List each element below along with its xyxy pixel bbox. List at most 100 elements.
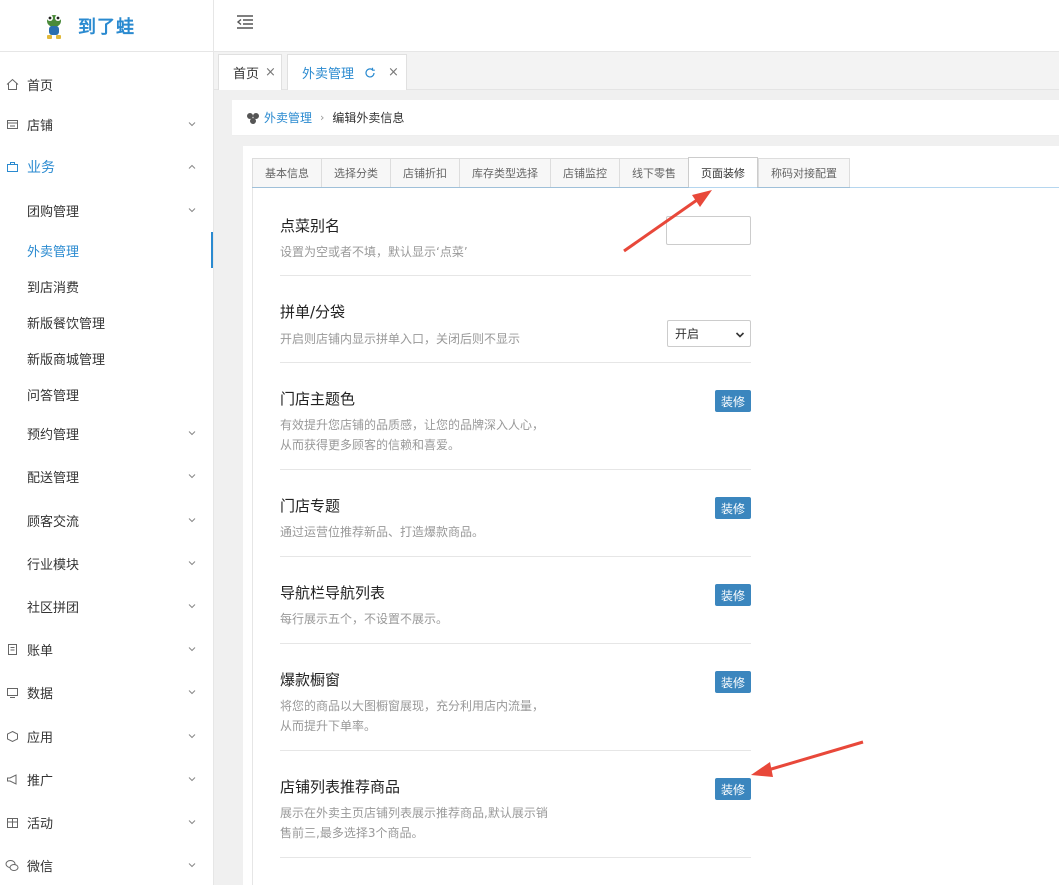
setting-desc: 从而获得更多顾客的信赖和喜爱。	[280, 438, 461, 452]
sidebar-item-industry[interactable]: 行业模块	[0, 543, 213, 583]
setting-desc: 从而提升下单率。	[280, 719, 377, 733]
setting-desc: 展示在外卖主页店铺列表展示推荐商品,默认展示销	[280, 806, 548, 820]
dish-alias-input[interactable]	[666, 216, 751, 245]
sidebar-item-new-dining[interactable]: 新版餐饮管理	[0, 302, 213, 342]
tab-home[interactable]: 首页 ×	[218, 54, 282, 90]
setting-title: 门店专题	[280, 497, 341, 515]
sidebar-item-label: 首页	[27, 78, 54, 94]
close-icon[interactable]: ×	[388, 65, 399, 80]
sidebar-item-home[interactable]: 首页	[0, 64, 213, 104]
store-icon	[5, 117, 19, 131]
sidebar-item-data[interactable]: 数据	[0, 672, 213, 712]
chevron-down-icon	[735, 329, 745, 339]
refresh-icon[interactable]	[364, 67, 376, 79]
chevron-down-icon	[187, 515, 197, 525]
sidebar-item-customer-chat[interactable]: 顾客交流	[0, 500, 213, 540]
setting-title: 店铺列表推荐商品	[280, 778, 401, 796]
tab-store-monitor[interactable]: 店铺监控	[550, 158, 619, 188]
wechat-icon	[5, 858, 19, 872]
sidebar-item-label: 预约管理	[27, 427, 80, 443]
setting-title: 门店主题色	[280, 390, 356, 408]
decorate-button[interactable]: 装修	[715, 778, 751, 800]
bill-icon	[5, 642, 19, 656]
sidebar-item-label: 微信	[27, 859, 54, 875]
setting-desc: 通过运营位推荐新品、打造爆款商品。	[280, 525, 485, 539]
active-indicator	[211, 232, 213, 268]
sidebar-item-label: 新版商城管理	[27, 352, 106, 368]
chevron-down-icon	[187, 205, 197, 215]
sidebar-item-label: 账单	[27, 643, 54, 659]
chevron-down-icon	[187, 731, 197, 741]
breadcrumb-parent-link[interactable]: 外卖管理	[264, 109, 312, 126]
sidebar-item-groupbuy[interactable]: 团购管理	[0, 190, 213, 230]
sidebar-item-business[interactable]: 业务	[0, 147, 213, 187]
frog-logo-icon	[42, 11, 66, 41]
tab-store-discount[interactable]: 店铺折扣	[390, 158, 459, 188]
sidebar-item-label: 外卖管理	[27, 244, 80, 260]
megaphone-icon	[5, 772, 19, 786]
chevron-down-icon	[187, 860, 197, 870]
setting-title: 导航栏导航列表	[280, 584, 386, 602]
app-icon	[5, 729, 19, 743]
group-order-select[interactable]: 开启	[667, 320, 751, 347]
sidebar-item-app[interactable]: 应用	[0, 716, 213, 756]
sidebar-item-qa[interactable]: 问答管理	[0, 374, 213, 414]
sidebar-item-label: 社区拼团	[27, 600, 80, 616]
chevron-down-icon	[187, 687, 197, 697]
menu-toggle-icon[interactable]	[236, 14, 254, 30]
tab-label: 首页	[233, 67, 260, 82]
tab-takeaway[interactable]: 外卖管理 ×	[287, 54, 407, 90]
top-header	[214, 0, 1059, 52]
decorate-button[interactable]: 装修	[715, 671, 751, 693]
chevron-up-icon	[187, 162, 197, 172]
logo[interactable]: 到了蛙	[0, 0, 213, 52]
sidebar-item-store[interactable]: 店铺	[0, 104, 213, 144]
sidebar-item-bill[interactable]: 账单	[0, 629, 213, 669]
sidebar-item-new-mall[interactable]: 新版商城管理	[0, 338, 213, 378]
panel-left-border	[252, 188, 253, 885]
sidebar-item-activity[interactable]: 活动	[0, 802, 213, 842]
decorate-button[interactable]: 装修	[715, 497, 751, 519]
tab-basic-info[interactable]: 基本信息	[252, 158, 321, 188]
tab-scale-config[interactable]: 称码对接配置	[758, 158, 850, 188]
setting-row-hot-window: 爆款橱窗 将您的商品以大图橱窗展现，充分利用店内流量， 从而提升下单率。 装修	[280, 644, 751, 751]
setting-desc: 售前三,最多选择3个商品。	[280, 826, 424, 840]
sidebar-item-takeaway[interactable]: 外卖管理	[0, 230, 213, 270]
sidebar-item-label: 推广	[27, 773, 54, 789]
setting-row-store-topic: 门店专题 通过运营位推荐新品、打造爆款商品。 装修	[280, 470, 751, 557]
setting-desc: 有效提升您店铺的品质感，让您的品牌深入人心，	[280, 418, 545, 432]
breadcrumb-home-icon	[246, 112, 260, 124]
sidebar-item-instore[interactable]: 到店消费	[0, 266, 213, 306]
decorate-button[interactable]: 装修	[715, 390, 751, 412]
chevron-down-icon	[187, 817, 197, 827]
decorate-button[interactable]: 装修	[715, 584, 751, 606]
form-tabs: 基本信息 选择分类 店铺折扣 库存类型选择 店铺监控 线下零售 页面装修 称码对…	[252, 157, 850, 188]
sidebar-item-delivery[interactable]: 配送管理	[0, 456, 213, 496]
sidebar-item-label: 到店消费	[27, 280, 80, 296]
sidebar-item-booking[interactable]: 预约管理	[0, 413, 213, 453]
page-tabs-bar: 首页 × 外卖管理 ×	[214, 52, 1059, 90]
sidebar-item-promote[interactable]: 推广	[0, 759, 213, 799]
chevron-down-icon	[187, 601, 197, 611]
select-value: 开启	[675, 327, 700, 341]
sidebar-item-label: 业务	[27, 160, 55, 176]
setting-title: 点菜别名	[280, 217, 341, 235]
tab-select-category[interactable]: 选择分类	[321, 158, 390, 188]
setting-desc: 设置为空或者不填，默认显示‘点菜’	[280, 245, 468, 259]
setting-row-theme-color: 门店主题色 有效提升您店铺的品质感，让您的品牌深入人心， 从而获得更多顾客的信赖…	[280, 363, 751, 470]
activity-icon	[5, 815, 19, 829]
tab-label: 外卖管理	[302, 67, 355, 82]
breadcrumb-current: 编辑外卖信息	[332, 111, 405, 125]
setting-desc: 开启则店铺内显示拼单入口，关闭后则不显示	[280, 332, 521, 346]
sidebar-item-label: 应用	[27, 730, 54, 746]
close-icon[interactable]: ×	[265, 65, 276, 80]
sidebar-item-community[interactable]: 社区拼团	[0, 586, 213, 626]
sidebar-item-label: 数据	[27, 686, 54, 702]
sidebar-item-label: 配送管理	[27, 470, 80, 486]
sidebar-item-label: 行业模块	[27, 557, 80, 573]
sidebar-item-wechat[interactable]: 微信	[0, 845, 213, 885]
chevron-down-icon	[187, 644, 197, 654]
tab-stock-type[interactable]: 库存类型选择	[459, 158, 550, 188]
tab-page-decoration[interactable]: 页面装修	[688, 157, 758, 188]
tab-offline-retail[interactable]: 线下零售	[619, 158, 688, 188]
